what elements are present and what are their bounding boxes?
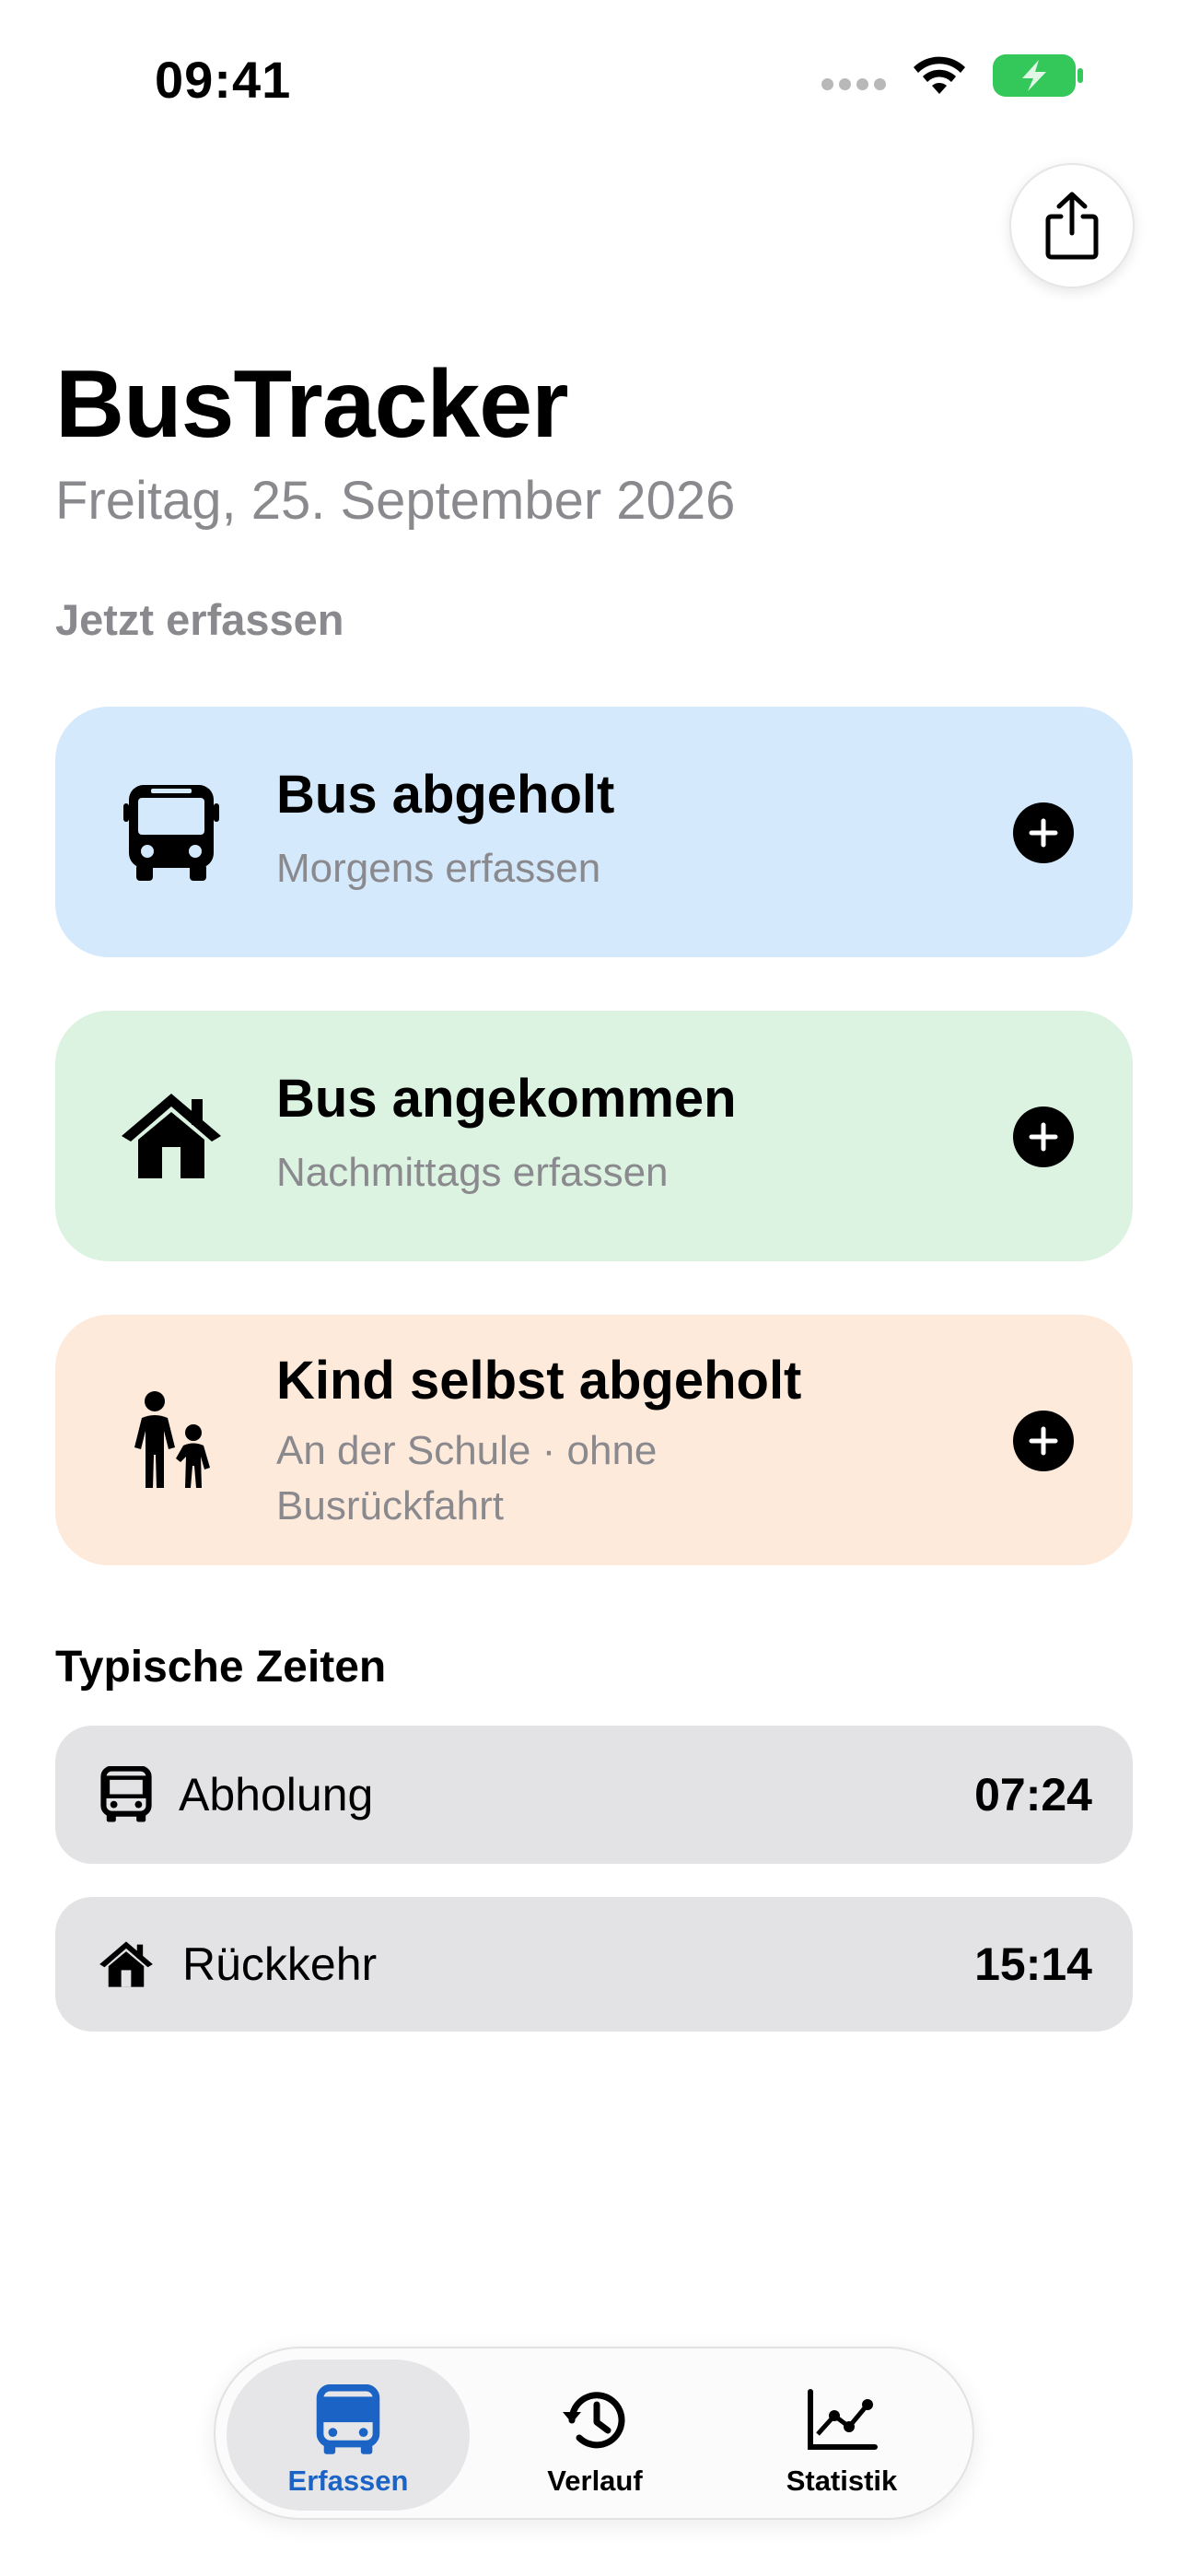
bus-icon [309,2382,387,2459]
tab-label: Verlauf [547,2465,643,2497]
card-bus-arrived[interactable]: Bus angekommen Nachmittags erfassen [55,1011,1133,1261]
screen: 09:41 BusTracker Freitag, 25. September … [0,0,1188,2576]
card-title: Bus abgeholt [276,765,615,825]
add-button[interactable] [1013,1411,1074,1471]
house-icon [116,1081,227,1191]
chart-icon [803,2382,880,2459]
current-date: Freitag, 25. September 2026 [55,471,736,531]
row-label: Rückkehr [182,1938,378,1990]
tab-label: Erfassen [287,2465,409,2497]
bus-icon [116,777,227,887]
plus-icon [1029,1426,1058,1456]
card-child-picked-up[interactable]: Kind selbst abgeholt An der Schule · ohn… [55,1315,1133,1565]
signal-icon [821,77,886,90]
row-value: 15:14 [974,1938,1092,1990]
section-label-capture: Jetzt erfassen [55,595,344,644]
typical-time-row: Rückkehr 15:14 [55,1897,1133,2032]
plus-icon [1029,818,1058,848]
parent-child-icon [116,1385,227,1495]
add-button[interactable] [1013,1107,1074,1167]
share-icon [1045,192,1099,260]
plus-icon [1029,1122,1058,1152]
battery-icon [993,54,1083,97]
tab-statistik[interactable]: Statistik [720,2359,963,2511]
card-title: Bus angekommen [276,1069,737,1129]
row-value: 07:24 [974,1769,1092,1821]
page-title: BusTracker [55,351,569,458]
row-label: Abholung [179,1769,374,1821]
card-subtitle: Morgens erfassen [276,846,601,891]
tab-label: Statistik [786,2465,898,2497]
tab-erfassen[interactable]: Erfassen [227,2359,470,2511]
status-time: 09:41 [155,51,292,109]
history-icon [556,2382,634,2459]
tab-bar: Erfassen Verlauf Statistik [214,2347,974,2520]
card-title: Kind selbst abgeholt [276,1351,802,1411]
card-subtitle: Nachmittags erfassen [276,1150,669,1195]
status-icons [821,53,1083,98]
bus-icon [96,1764,157,1825]
house-icon [96,1934,157,1995]
add-button[interactable] [1013,802,1074,863]
card-subtitle: An der Schule · ohne Busrückfahrt [276,1428,658,1528]
typical-times-heading: Typische Zeiten [55,1643,387,1692]
share-button[interactable] [1009,163,1135,288]
tab-verlauf[interactable]: Verlauf [473,2359,716,2511]
card-bus-picked-up[interactable]: Bus abgeholt Morgens erfassen [55,707,1133,957]
wifi-icon [914,56,965,94]
typical-time-row: Abholung 07:24 [55,1726,1133,1864]
